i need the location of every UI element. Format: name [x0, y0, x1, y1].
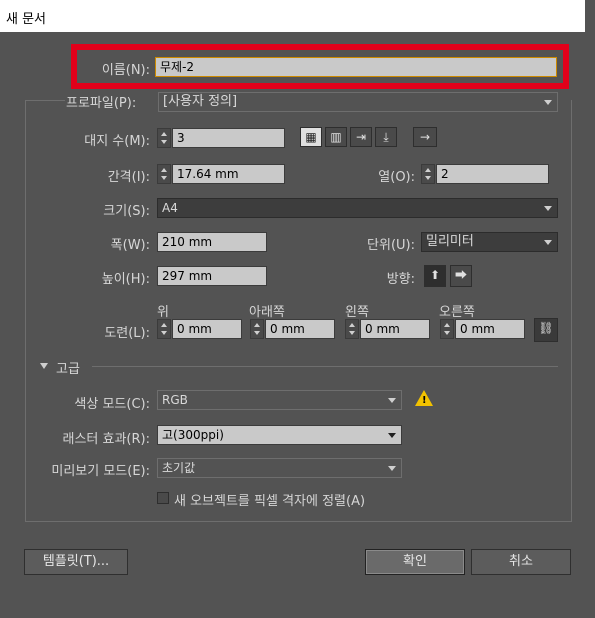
- align-pixel-checkbox[interactable]: [157, 492, 169, 504]
- landscape-icon[interactable]: ⮕: [450, 265, 472, 287]
- bleed-left-label: 왼쪽: [345, 305, 369, 320]
- artboards-input[interactable]: 3: [172, 128, 285, 148]
- bleed-bottom-input[interactable]: 0 mm: [265, 319, 335, 339]
- cancel-button[interactable]: 취소: [471, 549, 571, 575]
- warning-mark: !: [422, 395, 427, 406]
- width-input[interactable]: 210 mm: [157, 232, 267, 252]
- profile-select-value: [사용자 정의]: [163, 94, 238, 109]
- dialog-title: 새 문서: [6, 12, 47, 27]
- portrait-icon[interactable]: ⬆: [424, 265, 446, 287]
- chevron-down-icon: [388, 433, 396, 438]
- height-input[interactable]: 297 mm: [157, 266, 267, 286]
- color-mode-label: 색상 모드(C):: [74, 397, 150, 412]
- orientation-label: 방향:: [386, 272, 415, 287]
- chevron-down-icon: [388, 466, 396, 471]
- group-top-line-left: [25, 100, 65, 101]
- profile-select[interactable]: [사용자 정의]: [158, 92, 558, 112]
- columns-input[interactable]: 2: [436, 164, 549, 184]
- bleed-top-input[interactable]: 0 mm: [172, 319, 242, 339]
- chevron-down-icon: [544, 240, 552, 245]
- size-select[interactable]: A4: [157, 198, 558, 218]
- size-select-value: A4: [162, 201, 178, 215]
- bleed-top-label: 위: [157, 305, 169, 320]
- width-label: 폭(W):: [110, 238, 150, 253]
- bleed-right-input[interactable]: 0 mm: [455, 319, 525, 339]
- align-pixel-label[interactable]: 새 오브젝트를 픽셀 격자에 정렬(A): [174, 490, 365, 509]
- expand-triangle-icon[interactable]: [40, 363, 48, 369]
- templates-button[interactable]: 템플릿(T)...: [24, 549, 128, 575]
- bleed-right-stepper[interactable]: [440, 319, 454, 339]
- bleed-left-stepper[interactable]: [345, 319, 359, 339]
- spacing-stepper[interactable]: [157, 164, 171, 184]
- size-label: 크기(S):: [103, 204, 150, 219]
- artboards-label: 대지 수(M):: [84, 134, 150, 149]
- bleed-top-stepper[interactable]: [157, 319, 171, 339]
- grid-by-row-icon[interactable]: ▦: [300, 127, 322, 147]
- dialog-title-bar: 새 문서: [0, 0, 590, 32]
- color-mode-select[interactable]: RGB: [157, 390, 402, 410]
- bleed-label: 도련(L):: [104, 326, 150, 341]
- bleed-left-input[interactable]: 0 mm: [360, 319, 430, 339]
- columns-label: 열(O):: [378, 170, 415, 185]
- chevron-down-icon: [388, 398, 396, 403]
- bleed-right-label: 오른쪽: [439, 305, 475, 320]
- preview-value: 초기값: [162, 461, 196, 475]
- highlight-box: [71, 44, 569, 89]
- chevron-down-icon: [544, 206, 552, 211]
- color-mode-value: RGB: [162, 393, 188, 407]
- artboards-stepper[interactable]: [157, 128, 171, 148]
- arrange-by-column-icon[interactable]: ⤓: [375, 127, 397, 147]
- advanced-label[interactable]: 고급: [56, 358, 80, 377]
- chevron-down-icon: [544, 100, 552, 105]
- raster-label: 래스터 효과(R):: [62, 432, 151, 447]
- spacing-input[interactable]: 17.64 mm: [172, 164, 285, 184]
- ok-button[interactable]: 확인: [365, 549, 465, 575]
- height-label: 높이(H):: [101, 272, 150, 287]
- profile-label: 프로파일(P):: [66, 96, 137, 111]
- raster-value: 고(300ppi): [162, 428, 224, 442]
- raster-select[interactable]: 고(300ppi): [157, 425, 402, 445]
- link-chain-icon[interactable]: ⛓: [534, 318, 558, 342]
- bleed-bottom-stepper[interactable]: [250, 319, 264, 339]
- units-select-value: 밀리미터: [426, 234, 474, 249]
- preview-label: 미리보기 모드(E):: [51, 464, 150, 479]
- grid-by-column-icon[interactable]: ▥: [325, 127, 347, 147]
- arrange-by-row-icon[interactable]: ⇥: [350, 127, 372, 147]
- layout-direction-icon[interactable]: →: [413, 127, 437, 147]
- bleed-bottom-label: 아래쪽: [249, 305, 285, 320]
- advanced-separator: [92, 366, 558, 367]
- units-select[interactable]: 밀리미터: [421, 232, 558, 252]
- units-label: 단위(U):: [367, 238, 415, 253]
- columns-stepper[interactable]: [421, 164, 435, 184]
- preview-select[interactable]: 초기값: [157, 458, 402, 478]
- spacing-label: 간격(I):: [107, 170, 150, 185]
